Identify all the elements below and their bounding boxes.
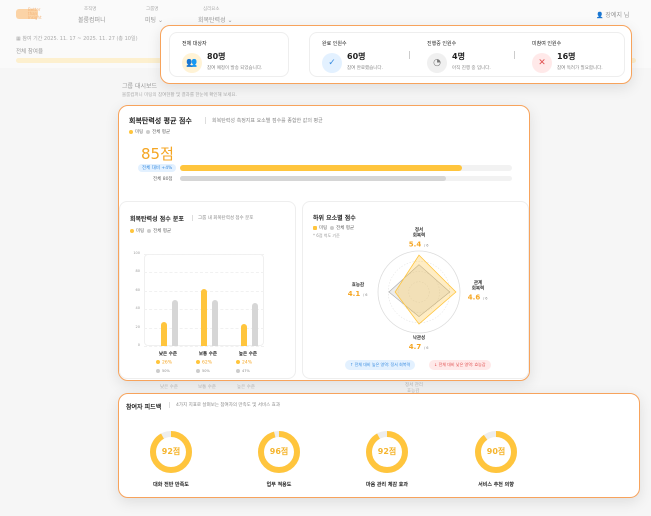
user-check-icon: ✓ xyxy=(322,53,342,73)
avg-title: 회복탄력성 평균 점수 xyxy=(129,117,192,125)
logo-text: Better than Insight xyxy=(28,7,42,20)
dist-desc: 그룹 내 회복탄력성 점수 분포 xyxy=(192,215,253,221)
stat-value: 80명 xyxy=(207,52,226,61)
svg-text:/ 6: / 6 xyxy=(424,244,429,248)
all-pct: 50% xyxy=(196,369,210,373)
axis-value: 4.7 xyxy=(409,343,422,351)
axis-label: 관계 xyxy=(474,279,482,286)
avg-legend: 미팅 전체 평균 xyxy=(129,129,170,135)
group-score-bar xyxy=(180,165,463,171)
stats-card: 전체 대상자 👥 80명 참여 예정이 발송 되었습니다. 완료 인원수 ✓ 6… xyxy=(160,25,632,84)
all-score-bar xyxy=(180,176,446,181)
y-tick: 60 xyxy=(135,287,140,292)
stat-label: 진행중 인원수 xyxy=(427,41,457,47)
all-pct: 47% xyxy=(236,369,250,373)
group-bar xyxy=(201,288,207,346)
group-pct: 26% xyxy=(156,360,172,366)
dist-legend: 미팅 전체 평균 xyxy=(130,228,171,234)
axis-value: 4.1 xyxy=(348,290,361,298)
ghost-label: 보통 수준 xyxy=(198,385,216,390)
group-bar xyxy=(161,322,167,346)
period: ▦ 참여 기간 2025. 11. 17 ~ 2025. 11. 27 (총 1… xyxy=(16,36,138,42)
axis-value: 4.6 xyxy=(468,294,481,302)
avg-score: 85점 xyxy=(141,145,174,163)
stat-label: 전체 대상자 xyxy=(182,41,207,47)
radar-card: 하위 요소별 점수 미팅 전체 평균 * 6점 척도 기준 정서 회복력 5.4/ … xyxy=(302,201,529,379)
org-value: 볼룸컴퍼니 xyxy=(78,17,106,24)
stat-group: 완료 인원수 ✓ 60명 참여 완료했습니다. 진행중 인원수 ◔ 4명 아직 … xyxy=(309,32,625,77)
stat-label: 미참여 인원수 xyxy=(532,41,562,47)
org-label: 조직명 xyxy=(84,7,97,12)
stat-label: 완료 인원수 xyxy=(322,41,347,47)
donut-score: 96점 xyxy=(269,447,289,456)
donut-label: 마음 관리 체감 효과 xyxy=(365,482,409,488)
y-tick: 40 xyxy=(135,306,140,311)
donut-score: 90점 xyxy=(486,447,506,456)
axis-label: 정서 xyxy=(415,226,423,233)
user-clock-icon: ◔ xyxy=(427,53,447,73)
all-bar xyxy=(252,302,258,346)
feedback-title: 참여자 피드백 xyxy=(126,404,162,411)
stat-value: 16명 xyxy=(557,52,576,61)
axis-label: 회복력 xyxy=(413,232,425,239)
ghost-label: 높은 수준 xyxy=(237,385,255,390)
all-pct: 50% xyxy=(156,369,170,373)
svg-text:/ 6: / 6 xyxy=(424,346,429,350)
category-label: 낮은 수준 xyxy=(158,352,178,357)
y-tick: 20 xyxy=(135,324,140,329)
low-area-badge: ↓ 전체 대비 낮은 영역: 효능감 xyxy=(429,360,491,370)
y-tick: 0 xyxy=(137,343,140,347)
all-bar xyxy=(172,300,178,346)
compare-badge: 전체 대비 +4% xyxy=(138,164,177,172)
y-tick: 80 xyxy=(135,269,140,274)
stat-value: 4명 xyxy=(452,52,465,61)
stat-desc: 참여 예정이 발송 되었습니다. xyxy=(207,66,263,71)
group-pct: 24% xyxy=(236,360,252,366)
axis-label: 효능감 xyxy=(352,281,365,288)
user-menu[interactable]: 👤 장예지 님 xyxy=(596,10,629,19)
participation-label: 전체 참여율 xyxy=(16,49,44,55)
stat-desc: 아직 진행 중 입니다. xyxy=(452,66,491,71)
group-icon: 👥 xyxy=(182,53,202,73)
donut-label: 서비스 추천 의향 xyxy=(478,482,514,488)
user-x-icon: ✕ xyxy=(532,53,552,73)
user-icon: 👤 xyxy=(596,12,604,19)
axis-label: 낙관성 xyxy=(413,334,425,341)
svg-text:/ 6: / 6 xyxy=(363,293,368,297)
donut-score: 92점 xyxy=(161,447,181,456)
factor-select[interactable]: 회복탄력성 ⌄ xyxy=(198,15,233,24)
ghost-label: 낮은 수준 xyxy=(160,385,178,390)
feedback-card: 참여자 피드백 4가지 지표로 살펴보는 참여자의 만족도 및 서비스 효과 9… xyxy=(118,393,640,498)
stat-desc: 참여 완료했습니다. xyxy=(347,66,383,71)
group-bar xyxy=(241,323,247,346)
stat-desc: 참여 독려가 필요합니다. xyxy=(557,66,603,71)
high-area-badge: ↑ 전체 대비 높은 영역: 정서 회복력 xyxy=(345,360,416,370)
group-select[interactable]: 미팅 ⌄ xyxy=(145,15,163,24)
factor-label: 심리요소 xyxy=(203,7,220,12)
average-score-card: 회복탄력성 평균 점수 회복탄력성 측정지표 요소별 점수를 종합한 값의 평균… xyxy=(118,105,530,381)
svg-text:/ 6: / 6 xyxy=(483,297,488,301)
axis-label: 회복력 xyxy=(472,285,484,292)
category-label: 보통 수준 xyxy=(198,352,218,357)
group-polygon xyxy=(394,254,457,325)
dashboard-subtitle: 볼룸컴퍼니 미팅의 참여현황 및 결과를 한눈에 확인해 보세요. xyxy=(122,93,237,98)
feedback-desc: 4가지 지표로 살펴보는 참여자의 만족도 및 서비스 효과 xyxy=(169,402,280,408)
dashboard-title: 그룹 대시보드 xyxy=(122,83,158,90)
donut-label: 대화 전반 만족도 xyxy=(153,482,189,488)
donut-label: 업무 적용도 xyxy=(266,482,292,488)
dist-title: 회복탄력성 점수 분포 xyxy=(130,216,184,223)
group-pct: 62% xyxy=(196,360,212,366)
stat-total: 전체 대상자 👥 80명 참여 예정이 발송 되었습니다. xyxy=(169,32,289,77)
all-score-label: 전체 80점 xyxy=(153,177,173,182)
avg-desc: 회복탄력성 측정지표 요소별 점수를 종합한 값의 평균 xyxy=(205,117,323,124)
category-label: 높은 수준 xyxy=(238,352,258,357)
all-bar xyxy=(212,300,218,346)
distribution-card: 회복탄력성 점수 분포 그룹 내 회복탄력성 점수 분포 미팅 전체 평균 10… xyxy=(119,201,296,379)
y-tick: 100 xyxy=(133,251,140,255)
axis-value: 5.4 xyxy=(409,241,422,249)
stat-value: 60명 xyxy=(347,52,366,61)
group-label: 그룹명 xyxy=(146,7,159,12)
radar-chart: 정서회복력5.4/ 6관계회복력4.6/ 6낙관성4.7/ 6효능감4.1/ 6 xyxy=(348,226,488,351)
donut-score: 92점 xyxy=(377,447,397,456)
